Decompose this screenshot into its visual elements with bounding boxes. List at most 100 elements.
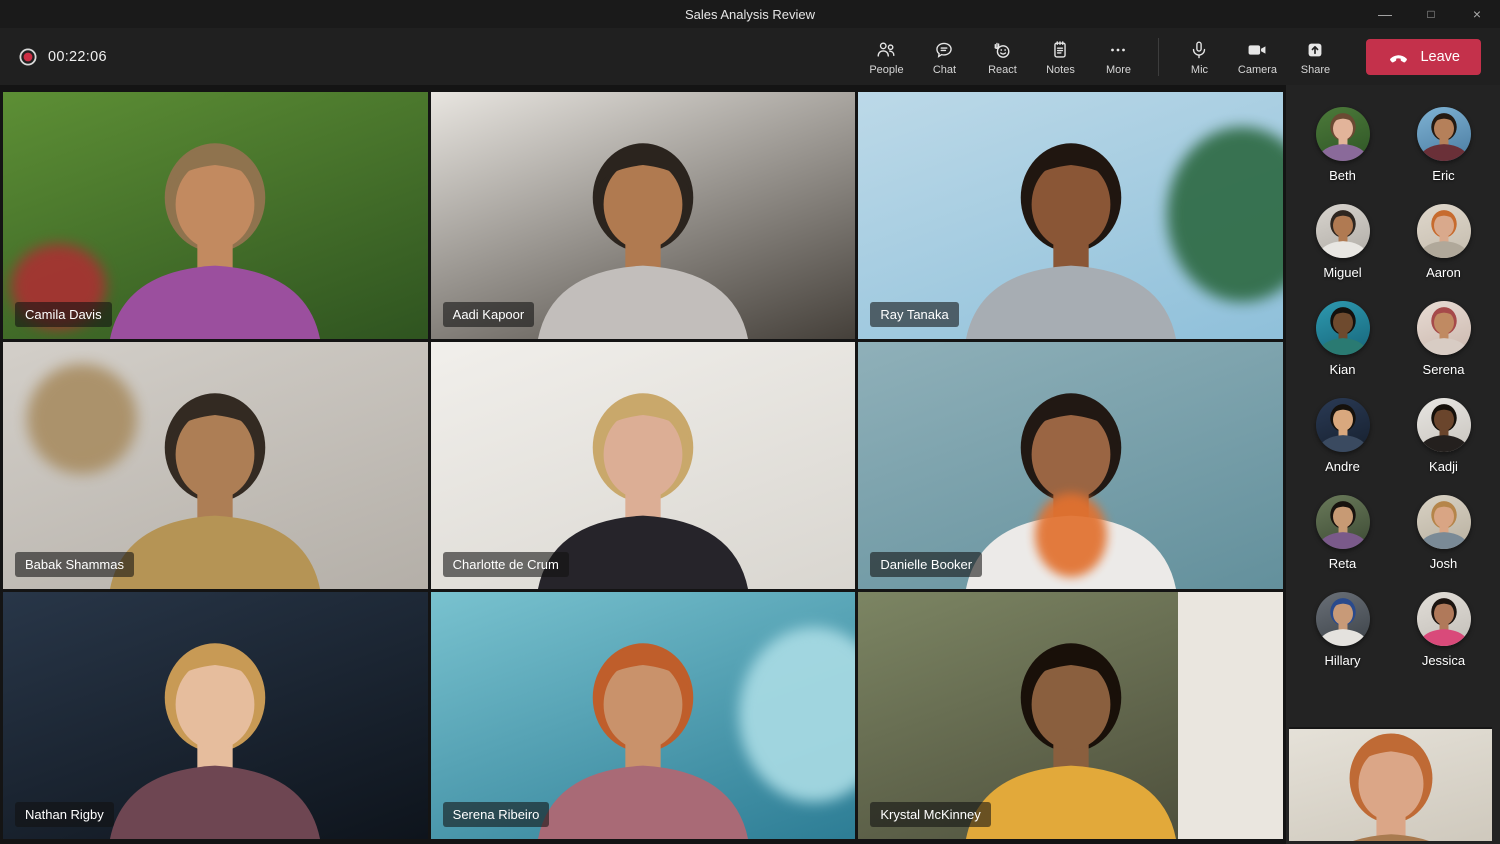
person-figure [1316,210,1369,258]
mic-button[interactable]: Mic [1170,37,1228,76]
sidebar-participant[interactable]: Josh [1416,495,1471,571]
scene-accent [1034,492,1107,577]
participant-avatar [1416,398,1471,452]
sidebar-participant[interactable]: Jessica [1416,592,1471,668]
video-tile[interactable]: Ray Tanaka [858,92,1283,339]
people-label: People [869,64,904,76]
person-figure [1417,501,1470,549]
sidebar-participant[interactable]: Hillary [1315,592,1370,668]
person-figure [1316,598,1369,646]
sidebar-participant[interactable]: Beth [1315,107,1370,183]
recording-timer: 00:22:06 [48,48,107,65]
person-figure [1349,733,1432,841]
participant-name: Beth [1329,168,1356,183]
participant-name-chip: Krystal McKinney [870,802,991,827]
share-button[interactable]: Share [1286,37,1344,76]
camera-icon [1249,45,1266,55]
more-label: More [1105,64,1132,76]
person-figure [1316,404,1369,452]
video-grid: Camila Davis Aadi Kapoor Ray Tanaka Baba… [0,85,1286,844]
sidebar-participant[interactable]: Kian [1315,301,1370,377]
minimize-button[interactable]: — [1362,0,1408,28]
participants-sidebar: Beth Eric Miguel Aaron Kian Serena Andre… [1286,85,1500,844]
participant-avatar [1315,301,1370,355]
sidebar-participant[interactable]: Kadji [1416,398,1471,474]
leave-button[interactable]: Leave [1366,38,1481,75]
person-figure [110,642,321,839]
maximize-button[interactable]: □ [1408,0,1454,28]
person-figure [1417,404,1470,452]
participant-avatar [1416,107,1471,161]
sidebar-participant[interactable]: Serena [1416,301,1471,377]
react-icon [995,42,1010,58]
mic-label: Mic [1190,64,1209,76]
window-controls: — □ × [1362,0,1500,28]
participant-name: Miguel [1323,265,1362,280]
react-button[interactable]: React [973,37,1031,76]
chat-icon [936,42,953,58]
participant-name-chip: Nathan Rigby [15,802,114,827]
video-tile[interactable]: Nathan Rigby [3,592,428,839]
participant-name: Andre [1325,459,1360,474]
toolbar-buttons: People Chat React Notes More Mic Camera … [857,37,1500,76]
people-icon [878,42,895,57]
people-button[interactable]: People [857,37,915,76]
title-bar: Sales Analysis Review — □ × [0,0,1500,28]
video-tile[interactable]: Serena Ribeiro [430,592,856,839]
mic-icon [1193,41,1206,59]
self-view[interactable] [1289,727,1492,841]
participant-name: Kadji [1429,459,1458,474]
hang-up-icon [1390,55,1408,63]
participant-name: Josh [1429,556,1458,571]
participant-name: Serena [1422,362,1465,377]
video-tile[interactable]: Aadi Kapoor [430,92,856,339]
participant-name: Eric [1432,168,1455,183]
sidebar-participant[interactable]: Reta [1315,495,1370,571]
camera-label: Camera [1237,64,1278,76]
participant-name: Hillary [1324,653,1361,668]
sidebar-participant[interactable]: Aaron [1416,204,1471,280]
video-tile[interactable]: Babak Shammas [3,342,428,589]
close-button[interactable]: × [1454,0,1500,28]
participant-name: Aaron [1426,265,1461,280]
person-figure [1417,210,1470,258]
video-tile[interactable]: Danielle Booker [858,342,1283,589]
participant-name-chip: Charlotte de Crum [442,552,569,577]
record-dot [23,52,33,61]
camera-button[interactable]: Camera [1228,37,1286,76]
participant-name-chip: Camila Davis [15,302,112,327]
video-tile[interactable]: Krystal McKinney [858,592,1283,839]
sidebar-participant[interactable]: Eric [1416,107,1471,183]
participant-name-chip: Danielle Booker [870,552,983,577]
participants-panel: Beth Eric Miguel Aaron Kian Serena Andre… [1286,85,1500,668]
participant-name: Reta [1328,556,1357,571]
more-button[interactable]: More [1089,37,1147,76]
participant-name-chip: Aadi Kapoor [442,302,535,327]
person-figure [538,142,748,339]
participant-avatar [1416,301,1471,355]
chat-label: Chat [932,64,957,76]
react-label: React [988,64,1017,76]
participant-avatar [1315,495,1370,549]
participant-name-chip: Babak Shammas [15,552,134,577]
meeting-stage: Camila Davis Aadi Kapoor Ray Tanaka Baba… [0,85,1286,844]
meeting-title: Sales Analysis Review [684,6,816,22]
notes-button[interactable]: Notes [1031,37,1089,76]
participant-avatar [1315,592,1370,646]
video-tile[interactable]: Charlotte de Crum [430,342,856,589]
share-label: Share [1300,64,1331,76]
chat-button[interactable]: Chat [915,37,973,76]
record-icon [19,48,37,65]
participant-name-chip: Serena Ribeiro [442,802,550,827]
sidebar-participant[interactable]: Miguel [1315,204,1370,280]
participant-avatar [1416,204,1471,258]
person-figure [1316,113,1369,161]
person-figure [1417,113,1470,161]
person-figure [1417,598,1470,646]
recording-indicator: 00:22:06 [18,47,107,67]
leave-label: Leave [1420,48,1460,65]
participant-avatar [1315,398,1370,452]
share-icon [1309,43,1322,57]
video-tile[interactable]: Camila Davis [3,92,428,339]
sidebar-participant[interactable]: Andre [1315,398,1370,474]
